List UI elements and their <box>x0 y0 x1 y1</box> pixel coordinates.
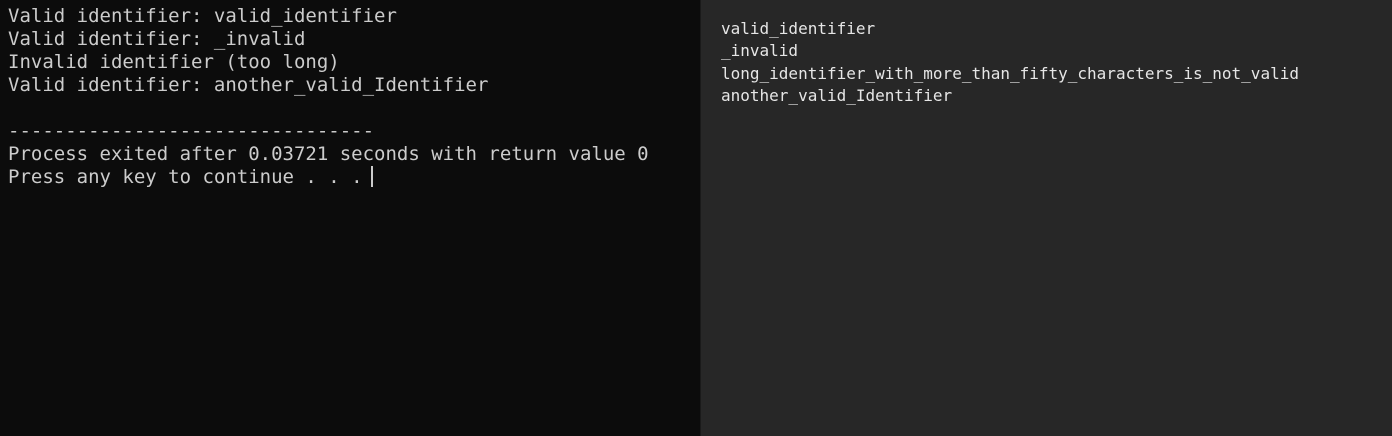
text-cursor <box>370 166 373 187</box>
console-output-line: Valid identifier: another_valid_Identifi… <box>8 74 489 96</box>
console-output-line: Invalid identifier (too long) <box>8 51 340 73</box>
screen: Valid identifier: valid_identifier Valid… <box>0 0 1392 436</box>
console-separator: -------------------------------- <box>8 120 375 142</box>
input-line: _invalid <box>721 41 799 61</box>
console-output-line: Valid identifier: valid_identifier <box>8 5 397 27</box>
input-line: valid_identifier <box>721 19 876 38</box>
console-window[interactable]: Valid identifier: valid_identifier Valid… <box>0 0 700 436</box>
continue-prompt-line: Press any key to continue . . . <box>8 166 700 189</box>
continue-prompt: Press any key to continue . . . <box>8 166 363 188</box>
input-line: another_valid_Identifier <box>721 85 953 105</box>
console-output-line: Valid identifier: _invalid <box>8 28 306 50</box>
input-file-pane[interactable]: valid_identifier _invalid long_identifie… <box>701 0 1392 436</box>
input-line: long_identifier_with_more_than_fifty_cha… <box>721 63 1299 83</box>
process-exit-message: Process exited after 0.03721 seconds wit… <box>8 143 649 165</box>
